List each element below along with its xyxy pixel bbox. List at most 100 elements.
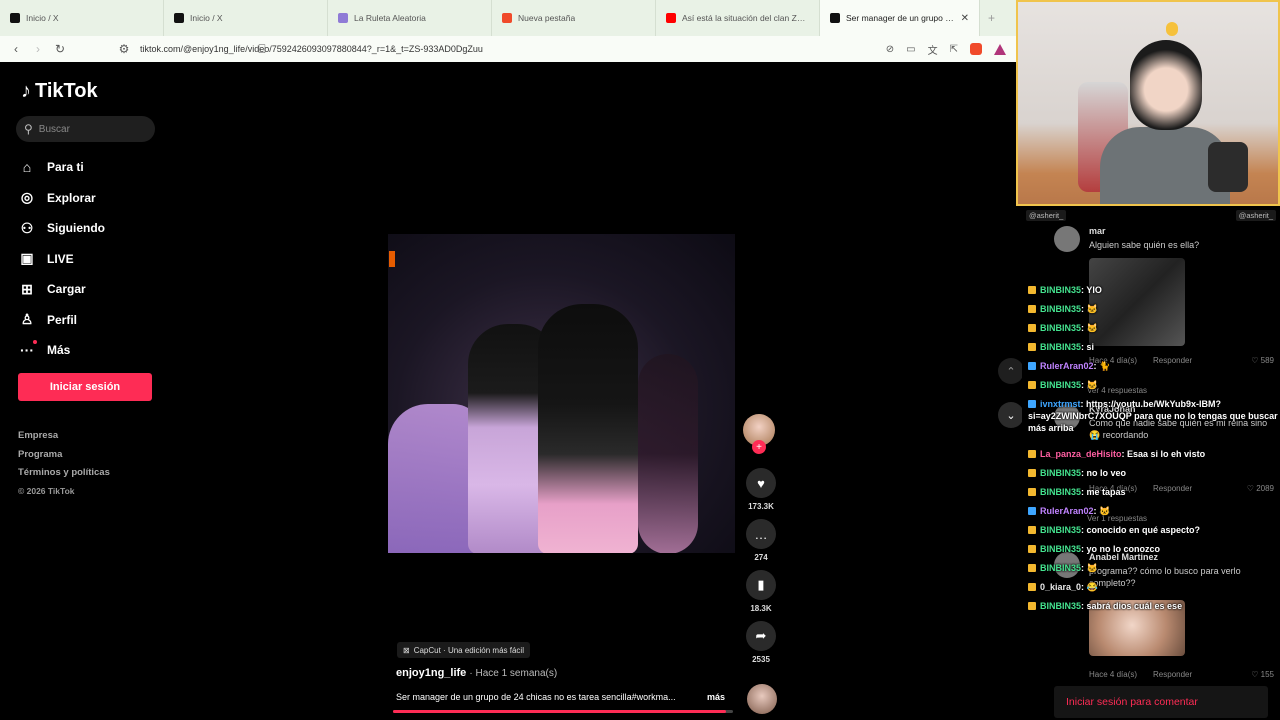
chat-username[interactable]: BINBIN35 <box>1040 487 1081 497</box>
chat-message-text: : no lo veo <box>1081 468 1127 478</box>
login-button[interactable]: Iniciar sesión <box>18 373 152 401</box>
nav-item[interactable]: ⊞ Cargar <box>19 274 159 305</box>
browser-tab[interactable]: Inicio / X <box>164 0 328 36</box>
cast-icon[interactable]: ▭ <box>906 44 915 55</box>
chat-message: BINBIN35: 🐱 <box>1028 562 1278 574</box>
brave-shield-icon[interactable] <box>970 43 982 55</box>
brave-shield-icon <box>502 13 512 23</box>
chat-message-text: : yo no lo conozco <box>1081 544 1161 554</box>
share-action[interactable]: ➦ 2535 <box>743 621 779 664</box>
chat-username[interactable]: ivnxtrmst <box>1040 399 1081 409</box>
new-tab-icon[interactable]: + <box>980 11 1003 25</box>
search-box[interactable]: ⚲ <box>16 116 155 142</box>
share-arrow-icon[interactable]: ➦ <box>746 621 776 651</box>
creator-avatar[interactable]: + <box>743 414 775 454</box>
chat-username[interactable]: BINBIN35 <box>1040 544 1081 554</box>
more-link[interactable]: más <box>707 692 725 702</box>
chat-username[interactable]: BINBIN35 <box>1040 380 1081 390</box>
comment-time: Hace 4 día(s) <box>1089 670 1138 679</box>
forward-arrow-icon[interactable]: › <box>32 42 44 56</box>
url-text[interactable]: tiktok.com/@enjoy1ng_life/video/75924260… <box>140 44 483 54</box>
video-player[interactable] <box>388 234 735 553</box>
video-progress-bar[interactable] <box>393 710 733 713</box>
capcut-tag[interactable]: ⊠ CapCut · Una edición más fácil <box>397 642 530 658</box>
chat-badge-icon <box>1028 507 1036 515</box>
translate-icon[interactable]: 文 <box>928 42 938 57</box>
chat-username[interactable]: BINBIN35 <box>1040 323 1081 333</box>
nav-item[interactable]: ◎ Explorar <box>19 183 159 214</box>
bookmark-save-icon[interactable]: ▮ <box>746 570 776 600</box>
browser-tab[interactable]: Inicio / X <box>0 0 164 36</box>
footer-link-empresa[interactable]: Empresa <box>18 430 110 449</box>
commenter-avatar[interactable] <box>1054 226 1080 252</box>
back-arrow-icon[interactable]: ‹ <box>10 42 22 56</box>
chat-username[interactable]: RulerAran02 <box>1040 361 1094 371</box>
nav-item[interactable]: ♙ Perfil <box>19 305 159 336</box>
chat-badge-icon <box>1028 602 1036 610</box>
footer-link-programa[interactable]: Programa <box>18 449 110 468</box>
browser-tab[interactable]: Así está la situación del clan Zenin e <box>656 0 820 36</box>
close-tab-icon[interactable]: ✕ <box>961 13 969 24</box>
chat-badge-icon <box>1028 381 1036 389</box>
nav-item[interactable]: ▣ LIVE <box>19 244 159 275</box>
chat-username[interactable]: BINBIN35 <box>1040 285 1081 295</box>
comment-likes[interactable]: ♡ 155 <box>1251 670 1274 679</box>
copyright: © 2026 TikTok <box>18 485 75 496</box>
notification-dot <box>33 340 37 345</box>
author-name[interactable]: enjoy1ng_life <box>396 667 466 679</box>
capcut-label: CapCut · Una edición más fácil <box>413 645 524 655</box>
browser-tab-label: Así está la situación del clan Zenin e <box>682 13 809 23</box>
follow-plus-icon[interactable]: + <box>752 440 766 454</box>
brave-rewards-icon[interactable] <box>994 43 1006 55</box>
chat-username[interactable]: BINBIN35 <box>1040 342 1081 352</box>
video-description: Ser manager de un grupo de 24 chicas no … <box>396 692 736 702</box>
heart-icon[interactable]: ♥ <box>746 468 776 498</box>
chat-badge-icon <box>1028 488 1036 496</box>
chat-username[interactable]: BINBIN35 <box>1040 468 1081 478</box>
chat-message-text: : 🐱 <box>1081 323 1098 333</box>
comment-item: mar Alguien sabe quién es ella? Hace 4 d… <box>1054 226 1274 376</box>
like-action[interactable]: ♥ 173.3K <box>743 468 779 511</box>
comment-icon[interactable]: … <box>746 519 776 549</box>
chat-badge-icon <box>1028 343 1036 351</box>
chat-username[interactable]: BINBIN35 <box>1040 304 1081 314</box>
reply-button[interactable]: Responder <box>1153 670 1192 679</box>
browser-tab[interactable]: Nueva pestaña <box>492 0 656 36</box>
comment-login-button[interactable]: Iniciar sesión para comentar <box>1054 686 1268 718</box>
share-icon[interactable]: ⇱ <box>950 44 958 55</box>
nav-item-label: Más <box>47 343 71 358</box>
video-author[interactable]: enjoy1ng_life · Hace 1 semana(s) <box>396 667 557 679</box>
music-disc-avatar[interactable] <box>747 684 777 714</box>
chat-username[interactable]: 0_kiara_0 <box>1040 582 1081 592</box>
nav-item[interactable]: ⌂ Para ti <box>19 152 159 183</box>
chat-message: RulerAran02: 🐈 <box>1028 360 1278 372</box>
save-action[interactable]: ▮ 18.3K <box>743 570 779 613</box>
chat-badge-icon <box>1028 450 1036 458</box>
chat-username[interactable]: BINBIN35 <box>1040 601 1081 611</box>
home-icon: ⌂ <box>22 159 32 176</box>
nav-item[interactable]: ··· Más <box>19 335 159 366</box>
no-media-icon[interactable]: ⊘ <box>886 44 894 55</box>
commenter-name[interactable]: mar <box>1089 226 1106 236</box>
chat-badge-icon <box>1028 305 1036 313</box>
comment-count: 274 <box>754 553 768 562</box>
comment-meta: Hace 4 día(s) Responder ♡ 155 <box>1089 670 1274 679</box>
chat-username[interactable]: BINBIN35 <box>1040 563 1081 573</box>
chat-username[interactable]: La_panza_deHisito <box>1040 449 1122 459</box>
browser-tab[interactable]: La Ruleta Aleatoria <box>328 0 492 36</box>
chevron-down-icon[interactable]: ⌄ <box>998 402 1024 428</box>
browser-tab[interactable]: Ser manager de un grupo de ✕ <box>820 0 980 36</box>
stream-chat-overlay: @asherit_ @asherit_ mar Alguien sabe qui… <box>1022 208 1280 720</box>
site-info-icon[interactable]: ⚙ <box>118 42 130 56</box>
reload-icon[interactable]: ↻ <box>54 42 66 56</box>
chevron-up-icon[interactable]: ⌃ <box>998 358 1024 384</box>
tiktok-logo[interactable]: ♪ TikTok <box>21 80 98 103</box>
capcut-icon: ⊠ <box>403 645 410 655</box>
nav-item[interactable]: ⚇ Siguiendo <box>19 213 159 244</box>
chat-badge-icon <box>1028 286 1036 294</box>
footer-link-terms[interactable]: Términos y políticas <box>18 467 110 486</box>
search-input[interactable] <box>38 123 139 135</box>
comment-action[interactable]: … 274 <box>743 519 779 562</box>
chat-username[interactable]: RulerAran02 <box>1040 506 1094 516</box>
chat-username[interactable]: BINBIN35 <box>1040 525 1081 535</box>
